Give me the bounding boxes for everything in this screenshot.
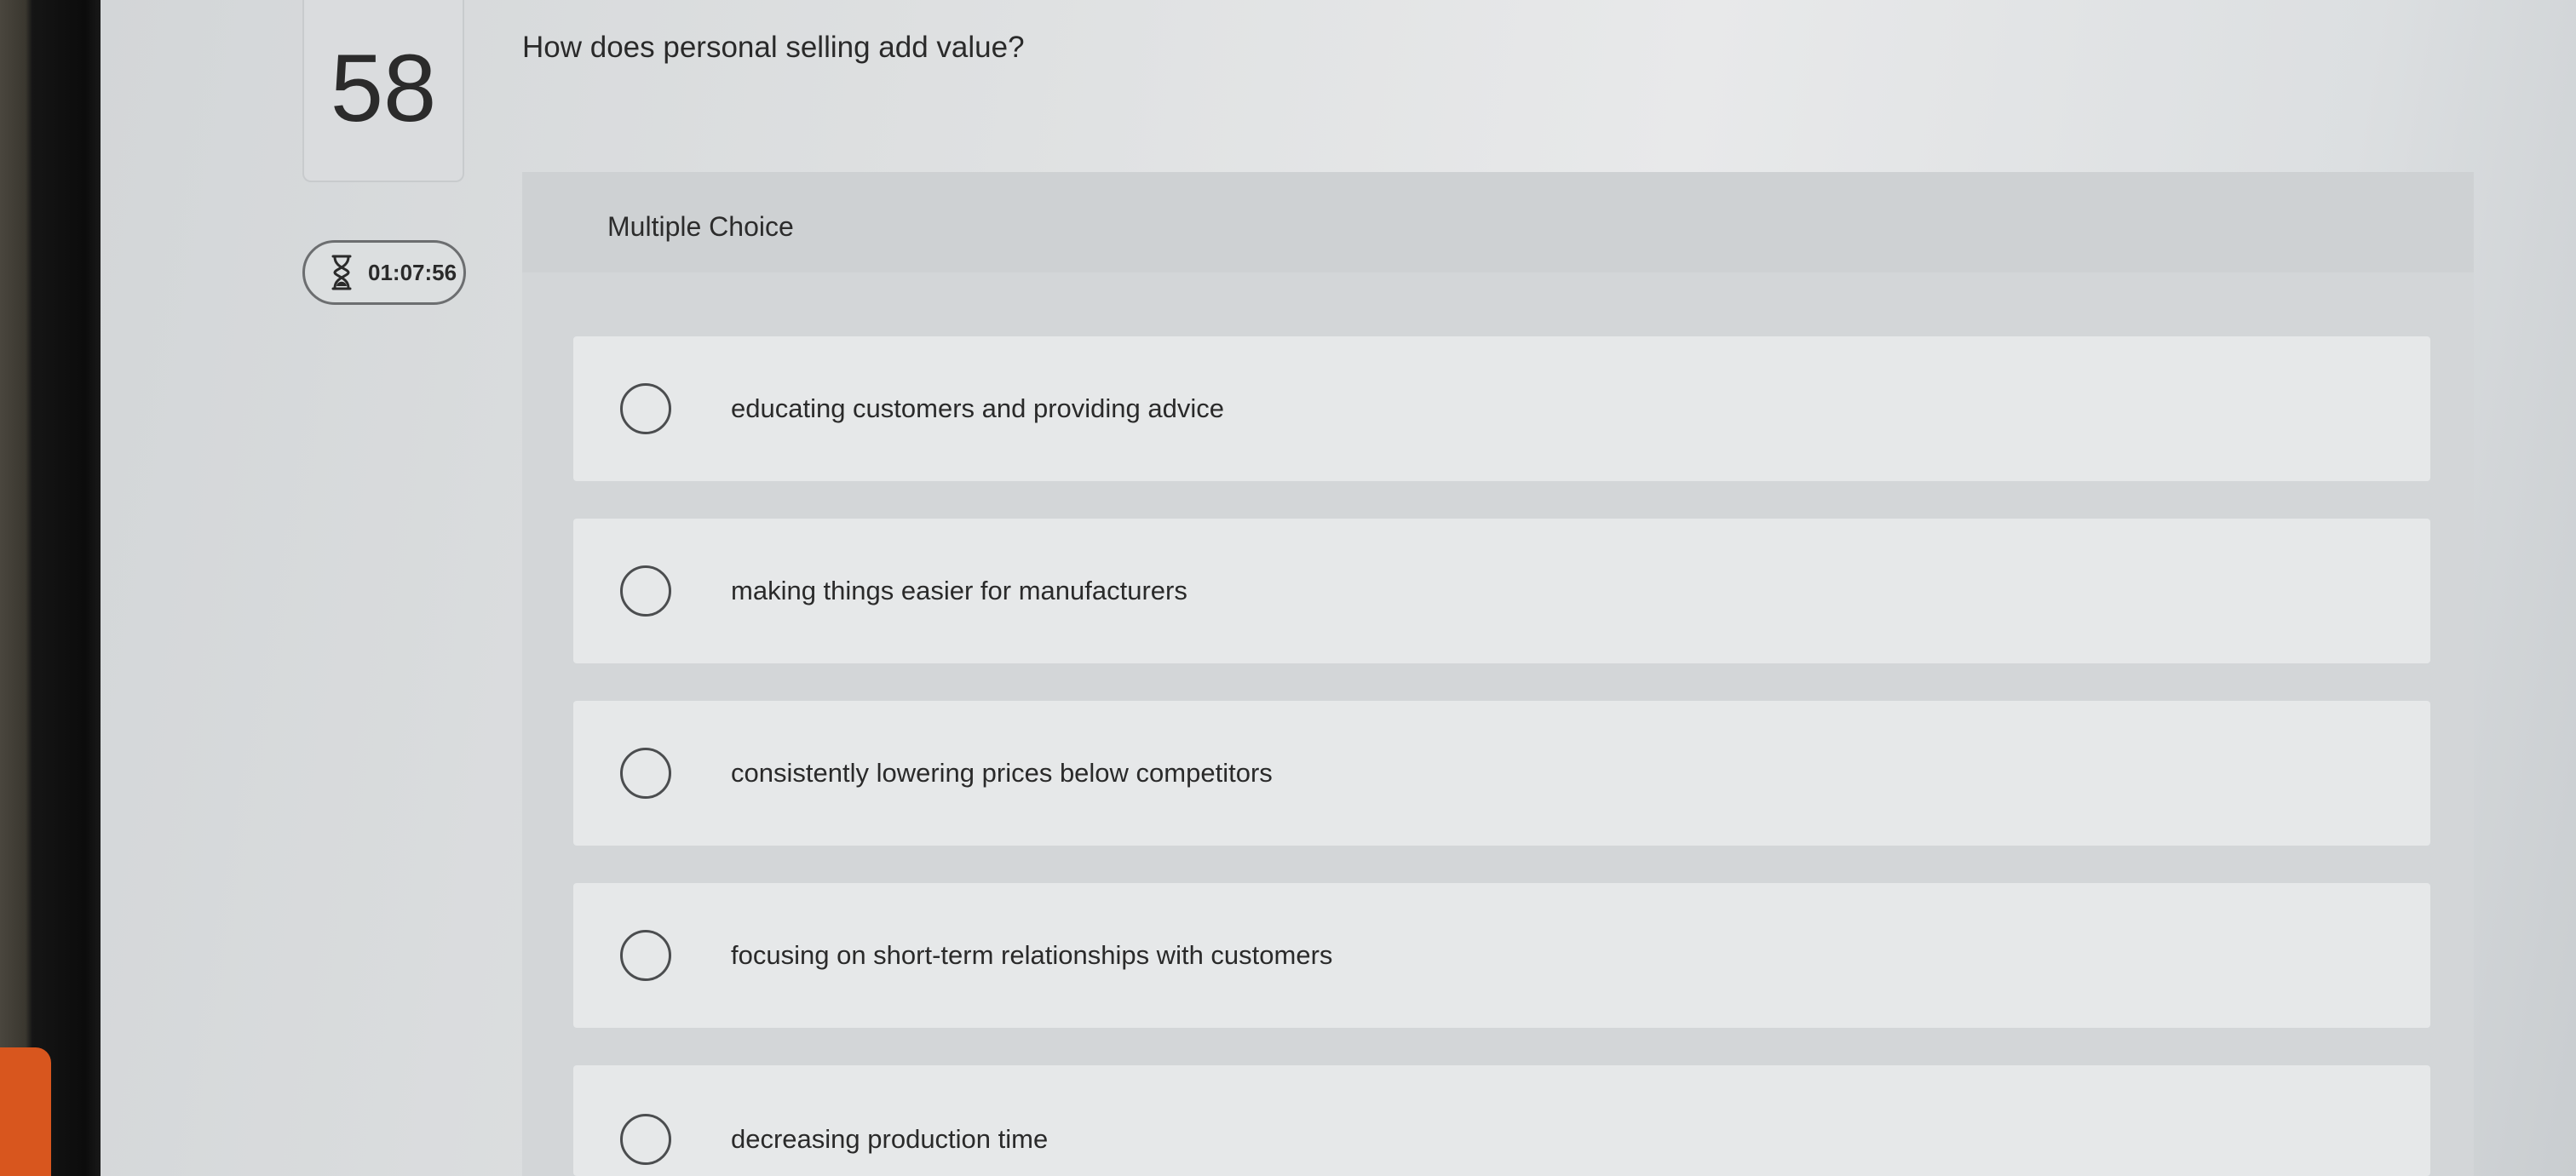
answer-option-4[interactable]: focusing on short-term relationships wit…	[573, 883, 2430, 1028]
radio-circle-icon[interactable]	[620, 383, 671, 434]
hourglass-icon	[331, 255, 352, 290]
answer-option-label: consistently lowering prices below compe…	[731, 758, 1273, 788]
radio-circle-icon[interactable]	[620, 748, 671, 799]
panel-header: Multiple Choice	[522, 172, 2474, 272]
sticker	[0, 1047, 51, 1176]
answer-option-label: making things easier for manufacturers	[731, 576, 1187, 605]
timer-pill[interactable]: 01:07:56	[302, 240, 466, 305]
timer-text: 01:07:56	[368, 259, 457, 285]
radio-circle-icon[interactable]	[620, 1114, 671, 1165]
question-text: How does personal selling add value?	[522, 31, 1025, 64]
answer-panel: Multiple Choice educating customers and …	[522, 172, 2474, 1176]
radio-circle-icon[interactable]	[620, 930, 671, 981]
question-number: 58	[330, 35, 437, 141]
answer-option-label: educating customers and providing advice	[731, 393, 1225, 423]
answer-option-3[interactable]: consistently lowering prices below compe…	[573, 701, 2430, 846]
answer-option-2[interactable]: making things easier for manufacturers	[573, 519, 2430, 663]
radio-circle-icon[interactable]	[620, 565, 671, 617]
answer-option-label: decreasing production time	[731, 1124, 1049, 1154]
question-type-label: Multiple Choice	[607, 211, 794, 242]
monitor-bezel	[0, 0, 102, 1176]
question-number-card: 58	[302, 0, 464, 182]
answer-option-5[interactable]: decreasing production time	[573, 1065, 2430, 1176]
answer-option-label: focusing on short-term relationships wit…	[731, 940, 1333, 970]
screen: 58 01:07:56 How does personal selling ad…	[101, 0, 2576, 1176]
answer-option-1[interactable]: educating customers and providing advice	[573, 336, 2430, 481]
